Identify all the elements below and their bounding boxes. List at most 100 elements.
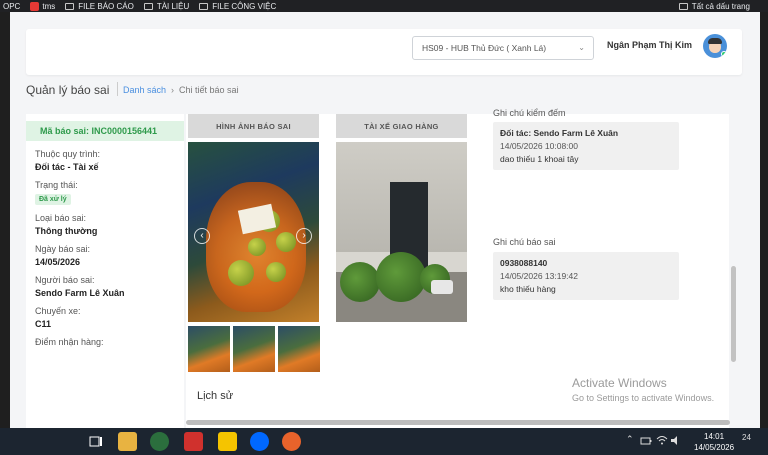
horizontal-scrollbar[interactable]: [186, 420, 730, 425]
clock-time: 14:01: [704, 432, 725, 441]
field-label: Trạng thái:: [35, 180, 78, 190]
chevron-right-icon: ›: [171, 85, 175, 95]
bookmark-opc[interactable]: OPC: [3, 2, 20, 11]
breadcrumb: Danh sách › Chi tiết báo sai: [117, 82, 239, 96]
thumbnail[interactable]: [188, 326, 230, 372]
chevron-down-icon: ⌄: [578, 43, 585, 52]
photo-pot: [431, 280, 453, 294]
watermark-title: Activate Windows: [572, 376, 667, 390]
report-note-phone: 0938088140: [500, 258, 548, 268]
bookmark-file-cong-viec[interactable]: FILE CÔNG VIỆC: [199, 2, 276, 11]
watermark-subtitle: Go to Settings to activate Windows.: [572, 393, 715, 403]
bookmark-tai-lieu[interactable]: TÀI LIỆU: [143, 2, 189, 11]
field-status: Trạng thái: Đã xử lý: [26, 180, 184, 205]
bookmark-tms[interactable]: tms: [30, 1, 55, 11]
field-report-type: Loại báo sai: Thông thường: [26, 213, 184, 236]
bookmark-file-bao-cao[interactable]: FILE BÁO CÁO: [65, 2, 134, 11]
thumbnail[interactable]: [278, 326, 320, 372]
driver-images-header: TÀI XẾ GIAO HÀNG: [336, 114, 467, 138]
breadcrumb-divider: [117, 82, 118, 96]
chrome-icon[interactable]: [150, 432, 169, 451]
system-clock[interactable]: 14:01 14/05/2026: [694, 431, 734, 453]
field-label: Loại báo sai:: [35, 213, 87, 223]
folder-icon: [143, 2, 153, 10]
report-code: Mã báo sai: INC0000156441: [26, 121, 184, 141]
tms-icon: [30, 1, 40, 11]
zalo-icon[interactable]: [250, 432, 269, 451]
field-process: Thuộc quy trình: Đối tác - Tài xế: [26, 149, 184, 172]
field-value: Thông thường: [35, 226, 98, 236]
folder-icon: [199, 2, 209, 10]
photo-plant: [340, 262, 380, 302]
page-title: Quản lý báo sai: [26, 83, 110, 97]
field-trip: Chuyến xe: C11: [26, 306, 184, 329]
field-value: 14/05/2026: [35, 257, 81, 267]
breadcrumb-current: Chi tiết báo sai: [179, 85, 239, 95]
bookmarks-bar: OPC tms FILE BÁO CÁO TÀI LIỆU FILE CÔNG …: [0, 0, 768, 12]
folder-icon: [678, 2, 688, 10]
report-note-time: 14/05/2026 13:19:42: [500, 271, 578, 281]
online-status-dot: [721, 51, 727, 57]
field-pickup-point: Điểm nhận hàng:: [26, 337, 184, 347]
battery-icon[interactable]: [640, 436, 652, 446]
driver-images-panel: TÀI XẾ GIAO HÀNG: [336, 114, 467, 322]
image-thumbnails: [188, 326, 320, 372]
report-images-header: HÌNH ẢNH BÁO SAI: [188, 114, 319, 138]
avatar-hair: [708, 38, 722, 44]
field-value: Đối tác - Tài xế: [35, 162, 99, 172]
status-badge: Đã xử lý: [35, 194, 71, 205]
chevron-up-icon[interactable]: ⌃: [626, 434, 634, 445]
app-viewport: HS09 - HUB Thủ Đức ( Xanh Lá) ⌄ Ngân Phạ…: [10, 12, 760, 428]
report-photo[interactable]: ‹ ›: [188, 142, 319, 322]
check-note-label: Ghi chú kiểm đếm: [493, 108, 566, 118]
top-header: HS09 - HUB Thủ Đức ( Xanh Lá) ⌄ Ngân Phạ…: [26, 29, 742, 75]
folder-icon: [65, 2, 75, 10]
report-note-box: 0938088140 14/05/2026 13:19:42 kho thiếu…: [493, 252, 679, 300]
avatar[interactable]: [703, 34, 727, 58]
photo-fruit: [276, 232, 296, 252]
notification-count: 24: [742, 433, 751, 442]
check-note-time: 14/05/2026 10:08:00: [500, 141, 578, 151]
notification-center[interactable]: 24: [742, 433, 751, 442]
field-reporter: Người báo sai: Sendo Farm Lê Xuân: [26, 275, 184, 298]
windows-taskbar: ⌃ 14:01 14/05/2026 24: [0, 428, 768, 455]
field-label: Người báo sai:: [35, 275, 95, 285]
photo-plant: [376, 252, 426, 302]
activate-windows-watermark: Activate Windows Go to Settings to activ…: [572, 376, 714, 403]
detail-info-card: Mã báo sai: INC0000156441 Thuộc quy trìn…: [26, 114, 184, 428]
vertical-scrollbar[interactable]: [731, 266, 736, 362]
check-note-text: dao thiếu 1 khoai tây: [500, 154, 579, 164]
prev-image-button[interactable]: ‹: [194, 228, 210, 244]
hub-select-value: HS09 - HUB Thủ Đức ( Xanh Lá): [422, 43, 547, 53]
hub-select[interactable]: HS09 - HUB Thủ Đức ( Xanh Lá) ⌄: [412, 36, 594, 60]
volume-icon[interactable]: [670, 435, 682, 446]
next-image-button[interactable]: ›: [296, 228, 312, 244]
report-note-text: kho thiếu hàng: [500, 284, 556, 294]
file-explorer-icon[interactable]: [118, 432, 137, 451]
field-label: Thuộc quy trình:: [35, 149, 101, 159]
photo-timestamp-overlay: [346, 152, 390, 180]
user-name[interactable]: Ngân Phạm Thị Kim: [607, 40, 692, 50]
photo-fruit: [266, 262, 286, 282]
all-bookmarks[interactable]: Tất cả dấu trang: [678, 0, 750, 12]
wifi-icon[interactable]: [656, 435, 668, 446]
field-label: Ngày báo sai:: [35, 244, 91, 254]
check-note-box: Đối tác: Sendo Farm Lê Xuân 14/05/2026 1…: [493, 122, 679, 170]
task-view-icon[interactable]: [86, 432, 105, 451]
field-label: Chuyến xe:: [35, 306, 81, 316]
app-icon[interactable]: [282, 432, 301, 451]
clock-date: 14/05/2026: [694, 443, 735, 452]
field-label: Điểm nhận hàng:: [35, 337, 104, 347]
field-value: Sendo Farm Lê Xuân: [35, 288, 125, 298]
photo-fruit: [228, 260, 254, 286]
driver-photo[interactable]: [336, 142, 467, 322]
report-images-panel: HÌNH ẢNH BÁO SAI ‹ ›: [188, 114, 320, 372]
sticky-notes-icon[interactable]: [218, 432, 237, 451]
thumbnail[interactable]: [233, 326, 275, 372]
field-value: C11: [35, 319, 52, 329]
breadcrumb-link-list[interactable]: Danh sách: [123, 85, 166, 95]
wps-office-icon[interactable]: [184, 432, 203, 451]
check-note-partner: Đối tác: Sendo Farm Lê Xuân: [500, 128, 619, 138]
field-report-date: Ngày báo sai: 14/05/2026: [26, 244, 184, 267]
history-title: Lịch sử: [197, 390, 234, 402]
